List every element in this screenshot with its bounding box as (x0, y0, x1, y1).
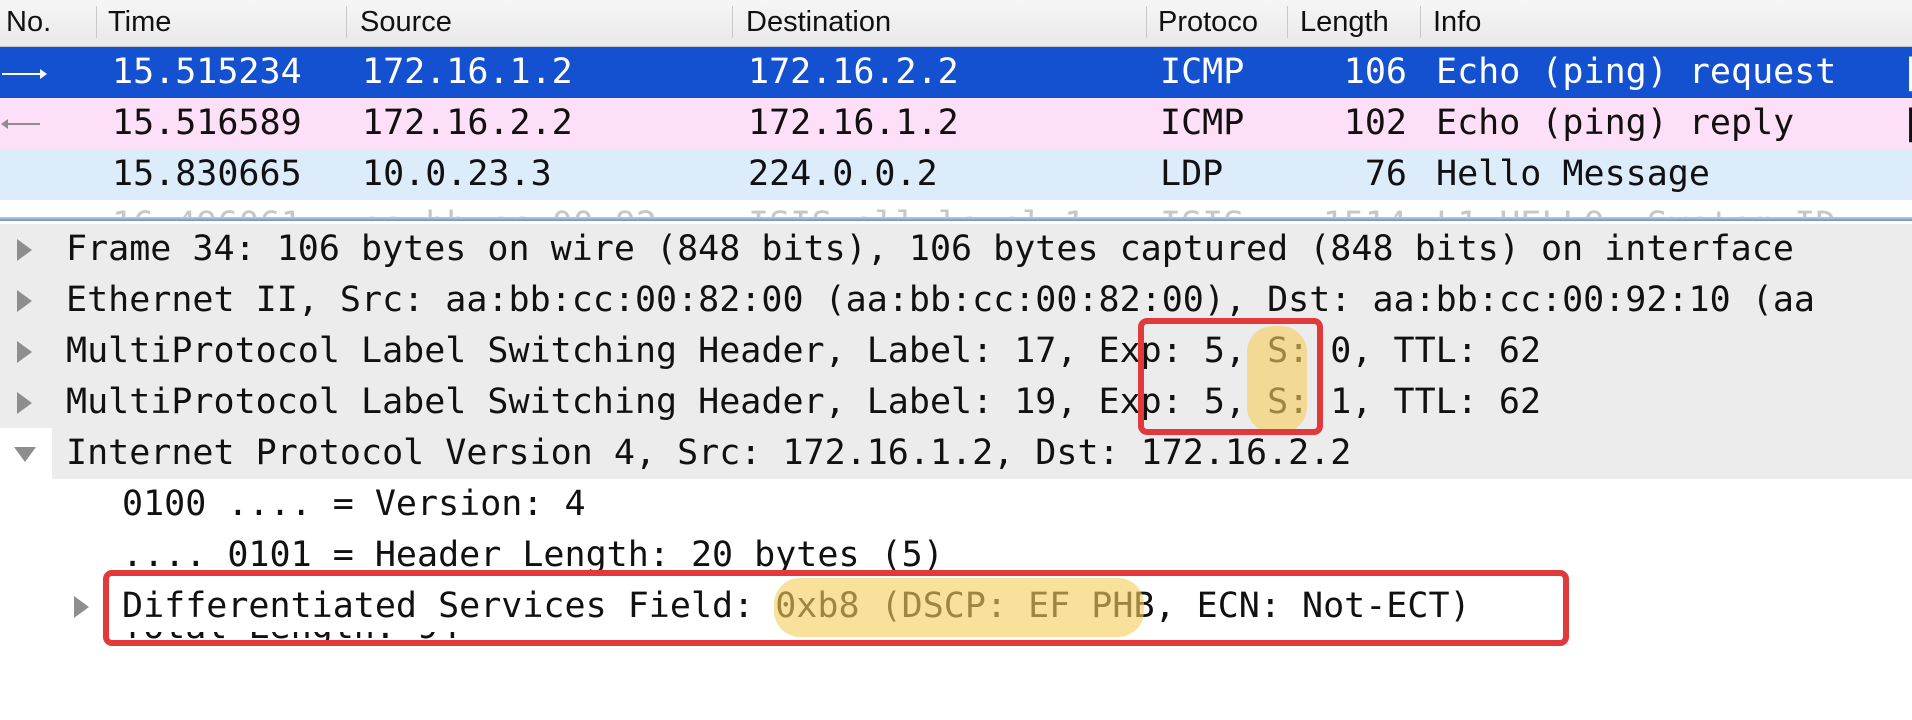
tree-item-label: Internet Protocol Version 4, Src: 172.16… (66, 433, 1352, 473)
annotation-box-dsfield (103, 570, 1569, 646)
tree-item-mpls-2[interactable]: MultiProtocol Label Switching Header, La… (0, 377, 1912, 428)
packet-info-overflow: | (1900, 103, 1912, 143)
packet-length: 106 (1343, 52, 1407, 92)
tree-item-label: Ethernet II, Src: aa:bb:cc:00:82:00 (aa:… (66, 280, 1815, 320)
packet-info: Echo (ping) reply (1436, 103, 1795, 143)
packet-info: Hello Message (1436, 154, 1710, 194)
packet-protocol: ICMP (1160, 52, 1245, 92)
tree-item-ipv4[interactable]: Internet Protocol Version 4, Src: 172.16… (0, 428, 1912, 479)
expand-arrow-icon[interactable] (17, 290, 32, 312)
column-header-time[interactable]: Time (108, 0, 171, 46)
tree-item-label: 0100 .... = Version: 4 (122, 484, 586, 524)
packet-source: aa:bb:cc:00:92: (362, 200, 678, 217)
packet-info: Echo (ping) request (1436, 52, 1837, 92)
right-arrow-icon (2, 69, 47, 79)
packet-time: 15.515234 (112, 52, 302, 92)
packet-protocol: ISIS (1160, 200, 1244, 217)
packet-time: 15.516589 (112, 103, 302, 143)
column-separator[interactable] (1420, 6, 1421, 38)
packet-protocol: LDP (1160, 154, 1224, 194)
column-header-destination[interactable]: Destination (746, 0, 891, 46)
column-separator[interactable] (346, 6, 347, 38)
packet-destination: ISIS-all-level-1 (748, 200, 1085, 217)
pane-divider[interactable] (0, 217, 1912, 221)
packet-list-header: No. Time Source Destination Protoco Leng… (0, 0, 1912, 48)
packet-row[interactable]: 16.496061 aa:bb:cc:00:92: ISIS-all-level… (0, 200, 1912, 217)
column-header-info[interactable]: Info (1433, 0, 1481, 46)
expand-arrow-icon[interactable] (17, 341, 32, 363)
packet-destination: 172.16.2.2 (748, 52, 959, 92)
packet-length: 1514 (1323, 200, 1407, 217)
packet-time: 15.830665 (112, 154, 302, 194)
column-header-protocol[interactable]: Protoco (1158, 0, 1258, 46)
column-header-source[interactable]: Source (360, 0, 452, 46)
column-separator[interactable] (1287, 6, 1288, 38)
packet-row[interactable]: 15.516589 172.16.2.2 172.16.1.2 ICMP 102… (0, 98, 1912, 149)
annotation-box-exp (1138, 318, 1323, 435)
tree-item-frame[interactable]: Frame 34: 106 bytes on wire (848 bits), … (0, 224, 1912, 275)
expand-arrow-icon[interactable] (17, 239, 32, 261)
packet-destination: 172.16.1.2 (748, 103, 959, 143)
expand-arrow-icon[interactable] (74, 596, 89, 618)
tree-item-label: Frame 34: 106 bytes on wire (848 bits), … (66, 229, 1794, 269)
column-separator[interactable] (1146, 6, 1147, 38)
tree-item-mpls-1[interactable]: MultiProtocol Label Switching Header, La… (0, 326, 1912, 377)
tree-item-ethernet[interactable]: Ethernet II, Src: aa:bb:cc:00:82:00 (aa:… (0, 275, 1912, 326)
packet-info-overflow: | (1900, 52, 1912, 92)
collapse-arrow-icon[interactable] (14, 447, 36, 462)
packet-source: 172.16.2.2 (362, 103, 573, 143)
packet-length: 102 (1343, 103, 1407, 143)
left-arrow-icon (1, 119, 40, 129)
packet-length: 76 (1364, 154, 1407, 194)
packet-row[interactable]: 15.830665 10.0.23.3 224.0.0.2 LDP 76 Hel… (0, 149, 1912, 200)
packet-source: 172.16.1.2 (362, 52, 573, 92)
packet-row[interactable]: 15.515234 172.16.1.2 172.16.2.2 ICMP 106… (0, 47, 1912, 98)
column-separator[interactable] (96, 6, 97, 38)
column-separator[interactable] (732, 6, 733, 38)
column-header-length[interactable]: Length (1300, 0, 1389, 46)
packet-protocol: ICMP (1160, 103, 1245, 143)
packet-time: 16.496061 (112, 200, 302, 217)
expand-arrow-icon[interactable] (17, 392, 32, 414)
column-header-no[interactable]: No. (6, 0, 51, 46)
packet-source: 10.0.23.3 (362, 154, 552, 194)
tree-item-version[interactable]: 0100 .... = Version: 4 (0, 479, 1912, 530)
packet-info: L1 HELLO, System-ID: (1436, 200, 1857, 217)
packet-destination: 224.0.0.2 (748, 154, 938, 194)
